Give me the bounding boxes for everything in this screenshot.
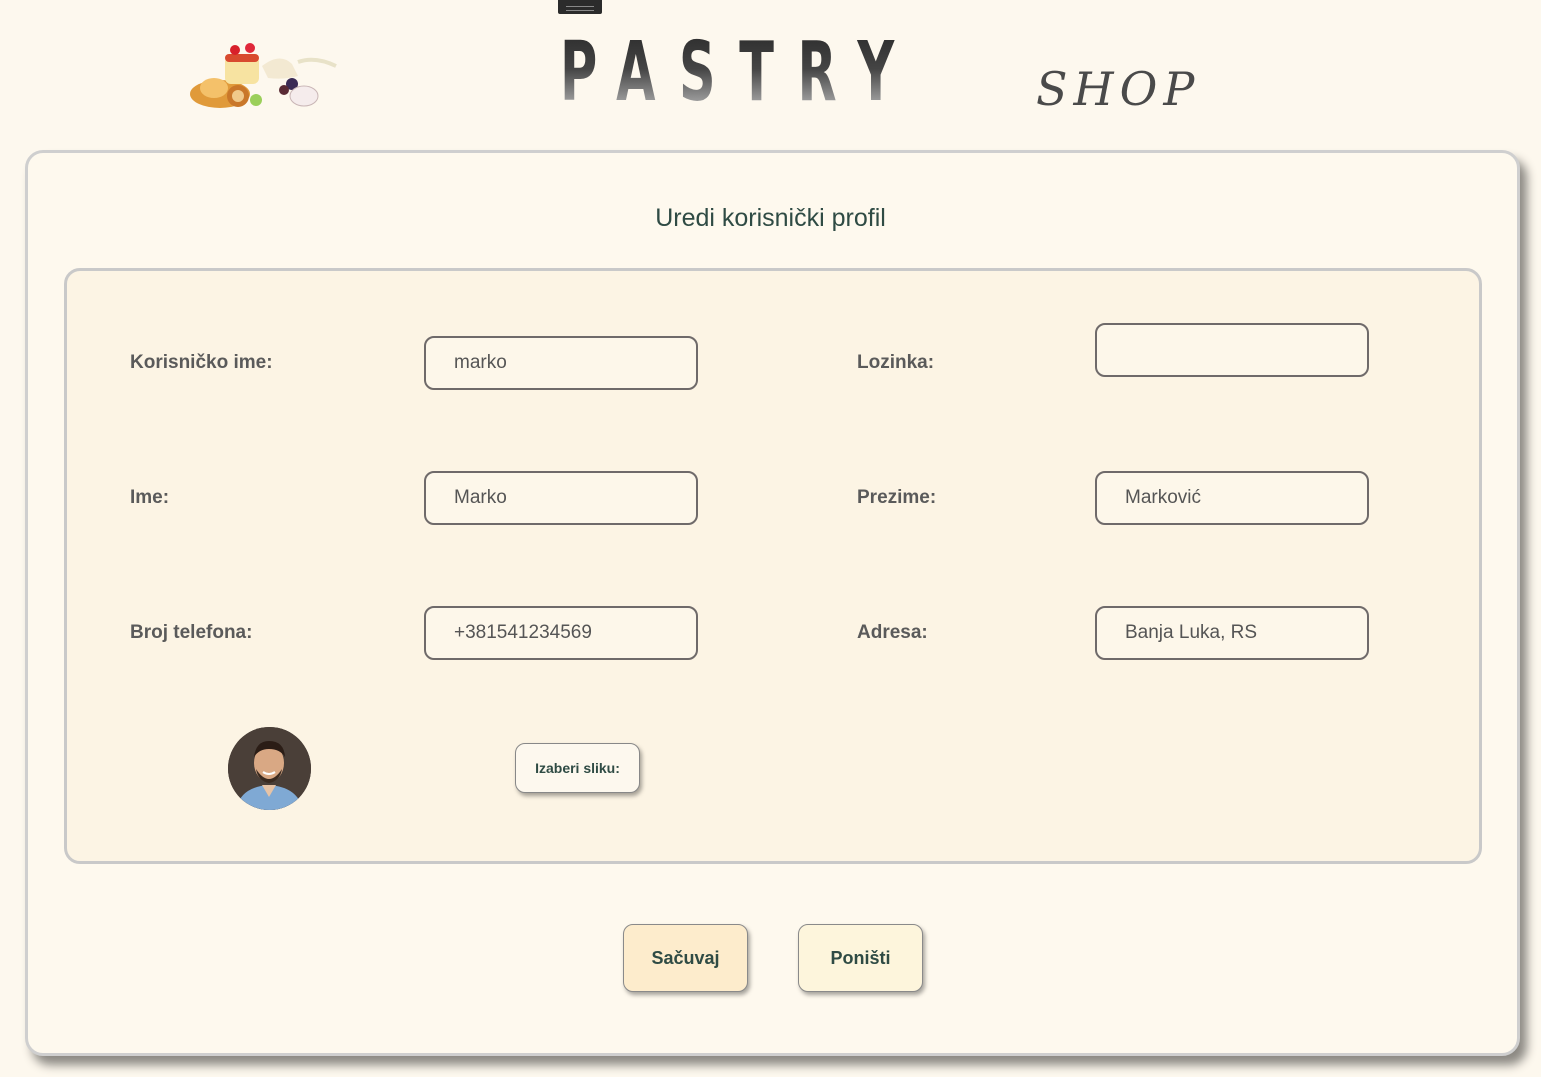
last-name-label: Prezime: [857,487,937,508]
choose-image-button[interactable]: Izaberi sliku: [515,743,640,793]
cancel-button[interactable]: Poništi [798,924,923,992]
username-label: Korisničko ime: [130,352,273,373]
save-button[interactable]: Sačuvaj [623,924,748,992]
first-name-input[interactable] [424,471,698,525]
password-label: Lozinka: [857,352,935,373]
phone-label: Broj telefona: [130,622,253,643]
page-title: Uredi korisnički profil [655,204,886,232]
first-name-label: Ime: [130,487,170,508]
menu-toggle-button[interactable] [558,0,602,14]
last-name-input[interactable] [1095,471,1369,525]
pastry-logo-image [190,43,337,108]
password-input[interactable] [1095,323,1369,377]
brand-title: PASTRY [560,25,918,120]
brand-subtitle: SHOP [1036,62,1201,116]
avatar [228,727,311,810]
address-label: Adresa: [857,622,928,643]
phone-input[interactable] [424,606,698,660]
username-input[interactable] [424,336,698,390]
address-input[interactable] [1095,606,1369,660]
